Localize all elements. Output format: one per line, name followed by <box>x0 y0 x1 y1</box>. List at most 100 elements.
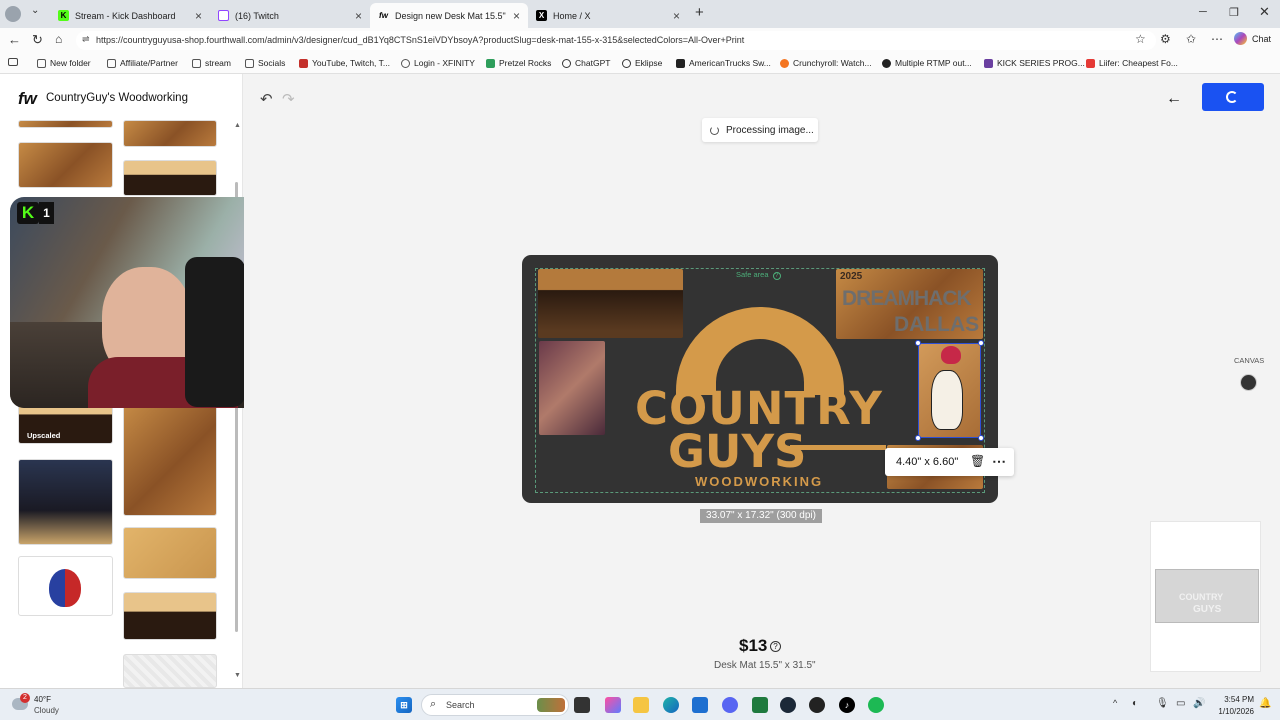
logo-arrow-shaft <box>790 445 886 450</box>
canvas-color-swatch[interactable] <box>1240 374 1257 391</box>
fourthwall-logo[interactable]: fw <box>18 89 37 109</box>
library-image-countryguy-usa[interactable] <box>18 556 113 616</box>
tab-kick-dashboard[interactable]: K Stream - Kick Dashboard × <box>50 3 210 28</box>
url-input[interactable]: ⇌ https://countryguyusa-shop.fourthwall.… <box>76 31 1156 50</box>
close-tab-icon[interactable]: × <box>513 9 520 23</box>
refresh-icon[interactable]: ↻ <box>32 32 43 48</box>
bookmarks-bar: New folder Affiliate/Partner stream Soci… <box>0 52 1280 74</box>
dreamhack-image[interactable]: 2025 DREAMHACK DALLAS <box>836 269 983 339</box>
copilot-app-icon[interactable] <box>605 697 621 713</box>
snoopy-image-left[interactable] <box>539 341 605 435</box>
library-image-night-scene[interactable] <box>18 459 113 545</box>
tab-design-desk-mat[interactable]: fw Design new Desk Mat 15.5" x 31.5" × <box>370 3 528 28</box>
cabin-trees-image[interactable] <box>538 269 683 338</box>
steam-icon[interactable] <box>780 697 796 713</box>
extensions-icon[interactable]: ⚙ <box>1160 32 1171 46</box>
bookmark-crunchyroll[interactable]: Crunchyroll: Watch... <box>780 58 872 68</box>
microphone-icon[interactable]: 🎙 <box>1156 698 1169 709</box>
library-image-cabin-trees-2[interactable] <box>123 592 217 640</box>
clock[interactable]: 3:54 PM 1/10/2026 <box>1214 695 1254 716</box>
minimize-icon[interactable]: ─ <box>1199 6 1207 18</box>
windows-start-icon[interactable]: ⊞ <box>396 697 412 713</box>
scroll-down-icon[interactable]: ▼ <box>234 672 241 679</box>
price: $13 <box>739 636 768 655</box>
price-info-icon[interactable]: ? <box>770 641 781 652</box>
back-arrow-icon[interactable]: ← <box>1166 90 1182 108</box>
favorite-star-icon[interactable]: ☆ <box>1135 32 1146 46</box>
restore-icon[interactable]: ❐ <box>1229 6 1239 19</box>
resize-handle[interactable] <box>978 435 984 441</box>
close-tab-icon[interactable]: × <box>673 9 680 23</box>
minimap-preview[interactable]: COUNTRY GUYS <box>1155 569 1259 623</box>
back-icon[interactable]: ← <box>8 32 21 47</box>
bookmark-eklipse[interactable]: Eklipse <box>622 58 662 68</box>
profile-avatar[interactable] <box>5 6 21 22</box>
more-menu-icon[interactable]: ⋯ <box>1211 32 1223 46</box>
tab-x-home[interactable]: X Home / X × <box>528 3 688 28</box>
selection-size[interactable]: 4.40" x 6.60" <box>896 456 958 468</box>
scroll-up-icon[interactable]: ▲ <box>234 122 241 129</box>
bookmark-americantrucks[interactable]: AmericanTrucks Sw... <box>676 58 771 68</box>
tray-app-icon[interactable]: ◐ <box>1132 698 1138 709</box>
bookmark-chatgpt[interactable]: ChatGPT <box>562 58 610 68</box>
site-info-icon[interactable]: ⇌ <box>82 34 90 45</box>
weather-widget[interactable]: 2 40°F Cloudy <box>12 693 152 717</box>
bookmark-rtmp[interactable]: Multiple RTMP out... <box>882 58 972 68</box>
delete-trash-icon[interactable]: 🗑 <box>970 454 985 468</box>
new-tab-button[interactable]: + <box>695 4 704 21</box>
spotify-icon[interactable] <box>868 697 884 713</box>
bookmark-kick-series[interactable]: KICK SERIES PROG... <box>984 58 1085 68</box>
bookmark-pretzel[interactable]: Pretzel Rocks <box>486 58 551 68</box>
notifications-bell-icon[interactable]: 🔔 <box>1259 698 1271 709</box>
tab-twitch[interactable]: (16) Twitch × <box>210 3 370 28</box>
more-options-icon[interactable]: ⋯ <box>992 453 1006 470</box>
liifer-icon <box>1086 58 1095 68</box>
mat-dimensions-label: 33.07" x 17.32" (300 dpi) <box>700 509 822 523</box>
bookmark-xfinity[interactable]: Login - XFINITY <box>401 58 475 68</box>
bookmark-stream[interactable]: stream <box>192 58 231 68</box>
resize-handle[interactable] <box>915 435 921 441</box>
library-image-cabin-trees[interactable] <box>123 160 217 196</box>
kick-logo-icon: K <box>17 202 39 224</box>
edge-browser-icon[interactable] <box>663 697 679 713</box>
tray-overflow-icon[interactable]: ^ <box>1113 698 1117 708</box>
redo-icon[interactable]: ↷ <box>282 90 295 108</box>
tab-actions-chevron-icon[interactable]: ⌄ <box>31 5 39 16</box>
library-image-dreamhack[interactable] <box>18 142 113 188</box>
bookmark-affiliate-partner[interactable]: Affiliate/Partner <box>107 58 178 68</box>
favorites-icon[interactable]: ✩ <box>1186 32 1196 46</box>
task-view-icon[interactable] <box>574 697 590 713</box>
volume-icon[interactable]: 🔊 <box>1193 698 1205 709</box>
store-icon[interactable] <box>692 697 708 713</box>
bookmark-new-folder[interactable]: New folder <box>37 58 91 68</box>
close-window-icon[interactable]: ✕ <box>1259 4 1270 20</box>
chat-button[interactable]: Chat <box>1234 32 1271 45</box>
library-image[interactable] <box>18 120 113 128</box>
library-image[interactable] <box>123 120 217 147</box>
obs-icon[interactable] <box>809 697 825 713</box>
taskbar-search-box[interactable]: ⌕ Search <box>421 694 569 716</box>
bookmark-youtube[interactable]: YouTube, Twitch, T... <box>299 58 390 68</box>
bookmark-socials[interactable]: Socials <box>245 58 285 68</box>
bookmark-liifer[interactable]: Liifer: Cheapest Fo... <box>1086 58 1178 68</box>
home-icon[interactable]: ⌂ <box>55 32 62 46</box>
canvas-label: CANVAS <box>1234 356 1265 365</box>
library-image-trex[interactable] <box>123 527 217 579</box>
library-image-wolf[interactable] <box>123 404 217 516</box>
discord-icon[interactable] <box>722 697 738 713</box>
resize-handle[interactable] <box>915 340 921 346</box>
safe-area-label[interactable]: Safe area ? <box>736 270 781 280</box>
tiktok-icon[interactable]: ♪ <box>839 697 855 713</box>
library-image-transparent[interactable] <box>123 654 217 688</box>
undo-icon[interactable]: ↶ <box>260 90 273 108</box>
selected-snoopy-image[interactable] <box>915 340 984 441</box>
close-tab-icon[interactable]: × <box>355 9 362 23</box>
network-icon[interactable]: ▭ <box>1176 698 1185 709</box>
resize-handle[interactable] <box>978 340 984 346</box>
close-tab-icon[interactable]: × <box>195 9 202 23</box>
file-explorer-icon[interactable] <box>633 697 649 713</box>
xbox-app-icon[interactable] <box>752 697 768 713</box>
store-name[interactable]: CountryGuy's Woodworking <box>46 92 188 104</box>
bookmarks-toggle-icon[interactable] <box>8 58 22 66</box>
save-button[interactable] <box>1202 83 1264 111</box>
